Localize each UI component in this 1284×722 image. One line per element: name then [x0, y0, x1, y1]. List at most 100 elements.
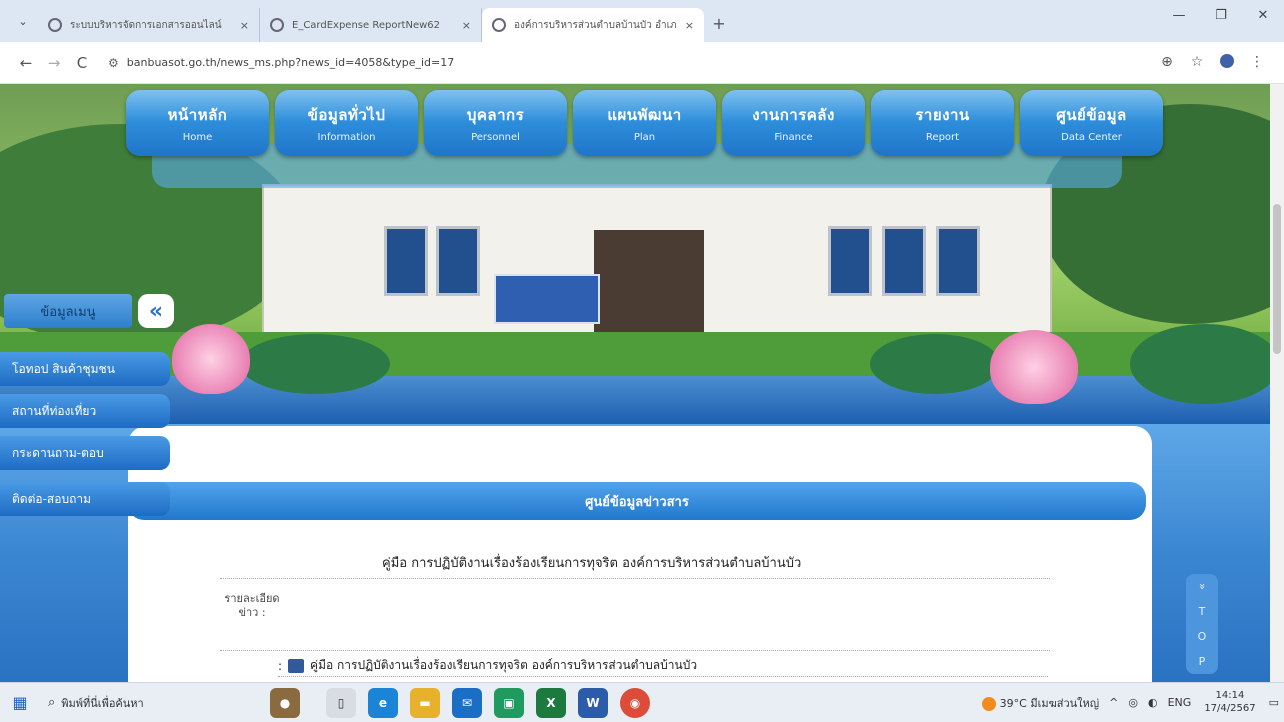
sidebar-item-tourism[interactable]: สถานที่ท่องเที่ยว — [0, 394, 170, 428]
back-to-top-button[interactable]: » T O P — [1186, 574, 1218, 674]
tab-title: E_CardExpense ReportNew62 — [292, 19, 441, 31]
close-window-icon[interactable]: ✕ — [1242, 8, 1284, 23]
maximize-icon[interactable]: ❐ — [1200, 8, 1242, 23]
profile-avatar-icon[interactable] — [1212, 53, 1242, 72]
chevron-up-icon[interactable]: ^ — [1109, 696, 1118, 709]
nav-label-en: Information — [317, 132, 376, 143]
clock-time: 14:14 — [1215, 690, 1245, 701]
globe-icon — [492, 18, 506, 32]
address-actions: ⊕ ☆ ⋮ — [1152, 53, 1272, 72]
office-building — [262, 184, 1052, 336]
window-shape — [436, 226, 480, 296]
url-field[interactable]: ⚙ banbuasot.go.th/news_ms.php?news_id=40… — [108, 56, 1152, 70]
notification-icon[interactable]: ▭ — [1269, 696, 1279, 709]
lotus-flower-shape — [990, 330, 1078, 404]
new-tab-icon[interactable]: + — [704, 8, 734, 38]
sidebar-item-otop[interactable]: โอทอป สินค้าชุมชน — [0, 352, 170, 386]
excel-icon[interactable]: X — [536, 687, 566, 718]
network-icon[interactable]: ◎ — [1128, 696, 1138, 709]
page-viewport: หน้าหลัก Home ข้อมูลทั่วไป Information บ… — [0, 84, 1284, 682]
nav-report[interactable]: รายงาน Report — [871, 90, 1014, 156]
article-title: คู่มือ การปฏิบัติงานเรื่องร้องเรียนการทุ… — [382, 556, 802, 571]
divider — [220, 578, 1050, 579]
main-nav: หน้าหลัก Home ข้อมูลทั่วไป Information บ… — [126, 90, 1163, 156]
address-bar: ← → C ⚙ banbuasot.go.th/news_ms.php?news… — [0, 42, 1284, 84]
minimize-icon[interactable]: — — [1158, 8, 1200, 23]
totop-letter: P — [1198, 655, 1206, 668]
tab-title: องค์การบริหารส่วนตำบลบ้านบัว อำเภ — [514, 19, 677, 31]
detail-label: รายละเอียดข่าว : — [224, 592, 280, 620]
nav-label-en: Data Center — [1061, 132, 1122, 143]
browser-menu-icon[interactable]: ⋮ — [1242, 54, 1272, 72]
edge-icon[interactable]: e — [368, 687, 398, 718]
site-settings-icon[interactable]: ⚙ — [108, 56, 119, 70]
nav-personnel[interactable]: บุคลากร Personnel — [424, 90, 567, 156]
system-tray: 39°C มีเมฆส่วนใหญ่ ^ ◎ ◐ ENG 14:14 17/4/… — [977, 690, 1284, 715]
totop-letter: O — [1197, 630, 1207, 643]
browser-tab-1[interactable]: ระบบบริหารจัดการเอกสารออนไลน์ × — [38, 8, 260, 42]
lotus-flower-shape — [172, 324, 250, 394]
reload-icon[interactable]: C — [68, 54, 96, 72]
weather-widget[interactable]: 39°C มีเมฆส่วนใหญ่ — [981, 694, 1100, 712]
widget-icon[interactable]: ● — [270, 687, 300, 718]
browser-tab-bar: ⌄ ระบบบริหารจัดการเอกสารออนไลน์ × E_Card… — [0, 0, 1284, 42]
weather-text: 39°C มีเมฆส่วนใหญ่ — [999, 696, 1100, 710]
close-tab-icon[interactable]: × — [240, 19, 249, 32]
nav-label-th: แผนพัฒนา — [607, 106, 682, 124]
globe-icon — [48, 18, 62, 32]
nav-label-th: บุคลากร — [466, 106, 525, 124]
tab-title: ระบบบริหารจัดการเอกสารออนไลน์ — [70, 19, 222, 31]
clock-date: 17/4/2567 — [1204, 702, 1256, 714]
chrome-icon[interactable]: ◉ — [620, 687, 650, 718]
browser-tab-2[interactable]: E_CardExpense ReportNew62 × — [260, 8, 482, 42]
nav-information[interactable]: ข้อมูลทั่วไป Information — [275, 90, 418, 156]
window-shape — [936, 226, 980, 296]
lotus-leaf-shape — [870, 334, 1000, 394]
nav-label-en: Report — [925, 132, 960, 143]
nav-label-th: งานการคลัง — [752, 106, 835, 124]
nav-home[interactable]: หน้าหลัก Home — [126, 90, 269, 156]
totop-letter: T — [1198, 605, 1206, 618]
close-tab-icon[interactable]: × — [462, 19, 471, 32]
nav-finance[interactable]: งานการคลัง Finance — [722, 90, 865, 156]
nav-label-en: Finance — [774, 132, 813, 143]
attachment-link[interactable]: : คู่มือ การปฏิบัติงานเรื่องร้องเรียนการ… — [278, 656, 697, 675]
sidebar-item-contact[interactable]: ติดต่อ-สอบถาม — [0, 482, 170, 516]
nav-data-center[interactable]: ศูนย์ข้อมูล Data Center — [1020, 90, 1163, 156]
double-chevron-down-icon: » — [1195, 583, 1209, 590]
windows-taskbar: ▦ ⌕ พิมพ์ที่นี่เพื่อค้นหา ● ▯ e ▬ ✉ ▣ X … — [0, 682, 1284, 722]
word-icon[interactable]: W — [578, 687, 608, 718]
close-tab-icon[interactable]: × — [685, 19, 694, 32]
url-text: banbuasot.go.th/news_ms.php?news_id=4058… — [126, 56, 455, 69]
window-shape — [828, 226, 872, 296]
bookmark-star-icon[interactable]: ☆ — [1182, 54, 1212, 72]
back-icon[interactable]: ← — [12, 54, 40, 72]
windows-start-icon[interactable]: ▦ — [0, 693, 40, 712]
browser-tab-3-active[interactable]: องค์การบริหารส่วนตำบลบ้านบัว อำเภ × — [482, 8, 704, 42]
forward-icon[interactable]: → — [40, 54, 68, 72]
search-icon: ⌕ — [48, 695, 56, 710]
taskbar-search[interactable]: ⌕ พิมพ์ที่นี่เพื่อค้นหา — [40, 688, 200, 718]
nav-label-th: หน้าหลัก — [167, 106, 228, 124]
mail-icon[interactable]: ✉ — [452, 687, 482, 718]
app-icon[interactable]: ▣ — [494, 687, 524, 718]
tab-search-chevron-icon[interactable]: ⌄ — [8, 6, 38, 36]
zoom-icon[interactable]: ⊕ — [1152, 54, 1182, 72]
sidebar-collapse-icon[interactable]: « — [138, 294, 174, 328]
sidebar-item-webboard[interactable]: กระดานถาม-ตอบ — [0, 436, 170, 470]
volume-icon[interactable]: ◐ — [1148, 696, 1158, 709]
window-controls: — ❐ ✕ — [1158, 8, 1284, 23]
door-shape — [594, 230, 704, 336]
nav-label-en: Plan — [633, 132, 656, 143]
page-scrollbar[interactable] — [1270, 84, 1284, 682]
sign-board — [494, 274, 600, 324]
nav-label-th: ข้อมูลทั่วไป — [307, 106, 386, 124]
sidebar-header: ข้อมูลเมนู — [4, 294, 132, 328]
language-indicator[interactable]: ENG — [1168, 696, 1192, 709]
nav-plan[interactable]: แผนพัฒนา Plan — [573, 90, 716, 156]
clock[interactable]: 14:14 17/4/2567 — [1204, 690, 1255, 715]
task-view-icon[interactable]: ▯ — [326, 687, 356, 718]
scrollbar-thumb[interactable] — [1273, 204, 1281, 354]
divider — [220, 650, 1050, 651]
file-explorer-icon[interactable]: ▬ — [410, 687, 440, 718]
